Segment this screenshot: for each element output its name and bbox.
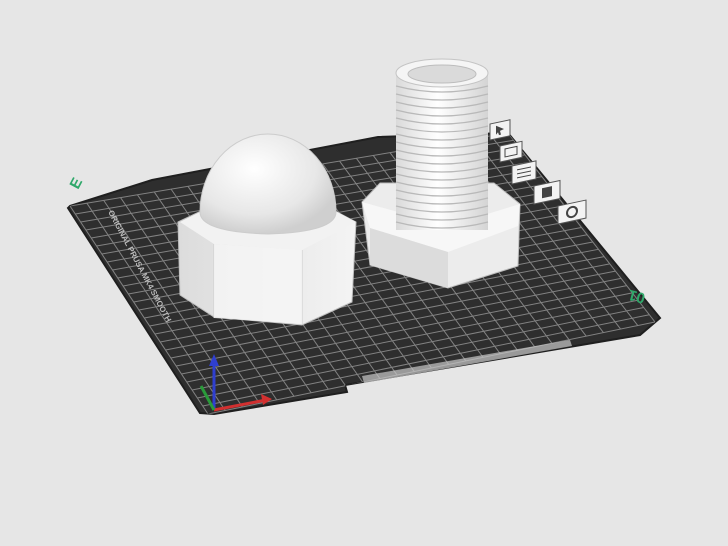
3d-viewport[interactable]: ORIGINAL PRUSA MK4 SMOOTH E 01	[0, 0, 728, 546]
print-bed	[66, 131, 662, 416]
support-icon	[542, 186, 552, 199]
print-bed-scene[interactable]: ORIGINAL PRUSA MK4 SMOOTH E 01	[0, 0, 728, 546]
corner-label-left: E	[67, 175, 87, 192]
